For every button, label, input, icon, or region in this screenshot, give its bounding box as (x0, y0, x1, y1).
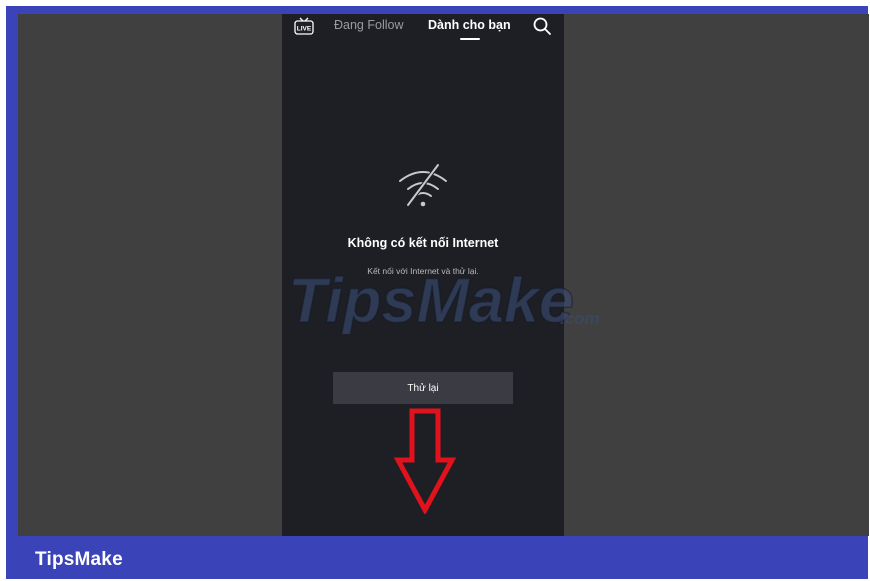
watermark-suffix: .com (560, 309, 600, 328)
down-arrow-annotation (394, 408, 456, 514)
footer-brand-label: TipsMake (35, 549, 123, 570)
top-navigation: LIVE Đang Follow Dành cho bạn (282, 14, 564, 50)
tab-following[interactable]: Đang Follow (334, 18, 403, 32)
tab-for-you[interactable]: Dành cho bạn (428, 18, 511, 32)
active-tab-indicator (460, 38, 480, 40)
tipsmake-watermark: TipsMake .com (287, 265, 600, 334)
watermark-brand: TipsMake (288, 266, 574, 334)
live-tv-icon[interactable]: LIVE (294, 17, 314, 35)
error-title: Không có kết nối Internet (347, 236, 499, 250)
search-icon[interactable] (532, 16, 552, 36)
wifi-off-icon (399, 163, 447, 207)
retry-button[interactable]: Thử lại (333, 372, 513, 404)
live-label: LIVE (297, 26, 312, 33)
